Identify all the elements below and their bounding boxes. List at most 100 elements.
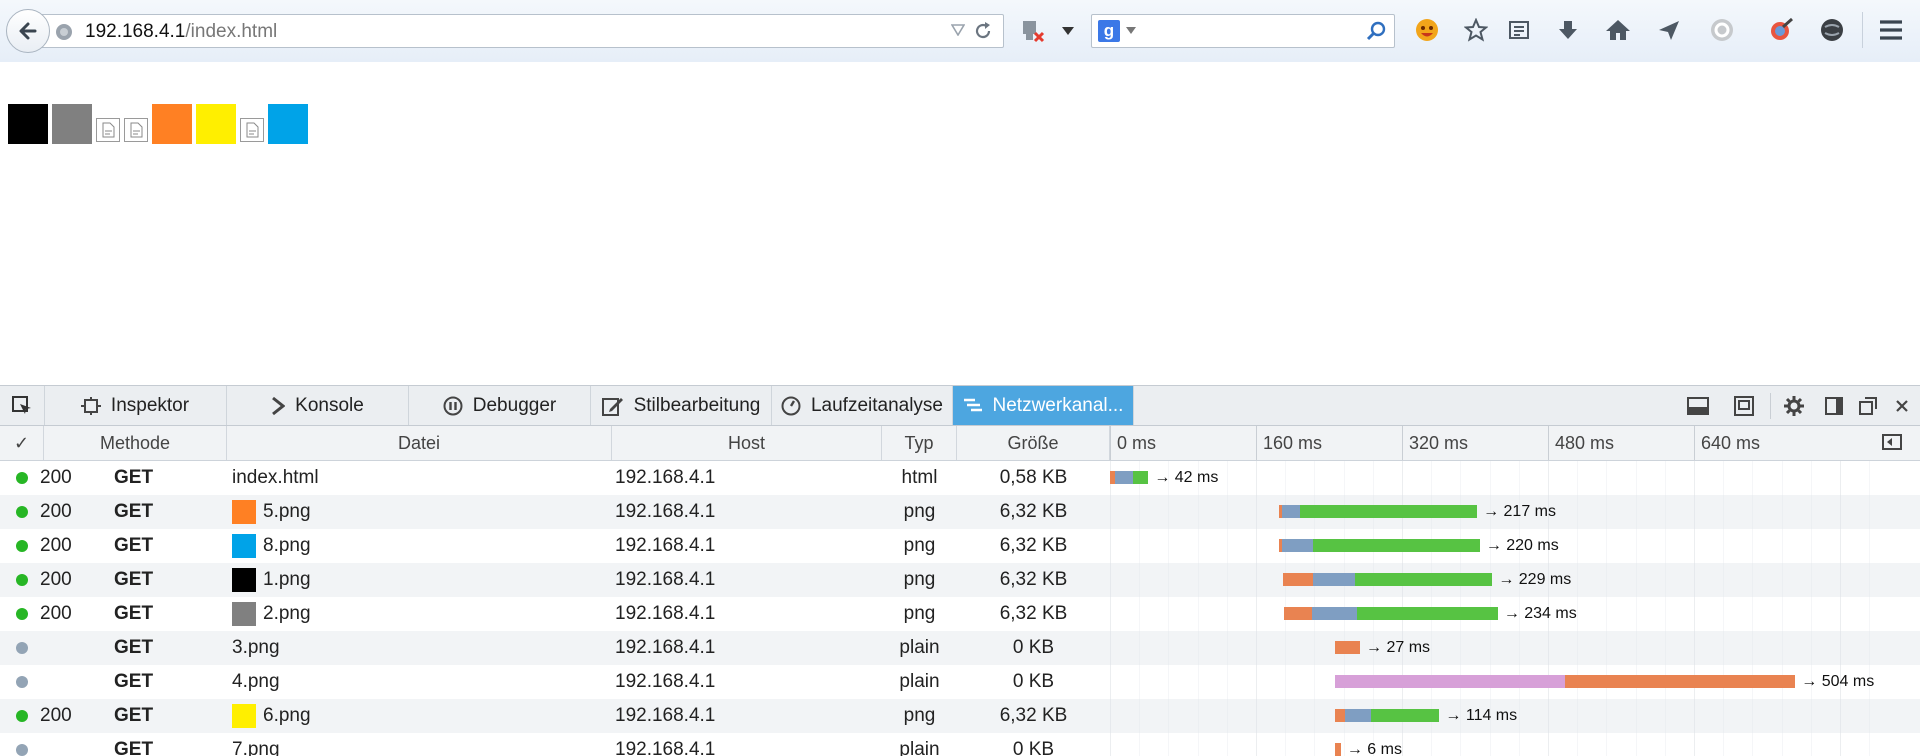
timing-bar-connect	[1344, 709, 1371, 722]
timing-bar-blocked	[1335, 743, 1341, 756]
engine-dropdown-icon[interactable]	[1126, 27, 1136, 34]
split-console-button[interactable]	[1680, 386, 1716, 425]
picker-icon	[12, 395, 31, 414]
home-icon[interactable]	[1604, 16, 1632, 44]
timing-bar-connect	[1311, 607, 1358, 620]
column-status[interactable]: ✓	[0, 426, 44, 460]
image-swatch	[52, 104, 92, 144]
dock-side-button[interactable]	[1816, 386, 1852, 425]
split-console-icon	[1687, 396, 1709, 415]
request-method: GET	[114, 637, 154, 658]
responsive-icon	[1734, 395, 1754, 416]
transfer-size: 0 KB	[1012, 671, 1055, 692]
status-dot-icon	[16, 574, 28, 586]
addon-paint-icon[interactable]	[1767, 16, 1795, 44]
column-type[interactable]: Typ	[882, 426, 957, 460]
status-dot-icon	[16, 744, 28, 756]
column-size[interactable]: Größe	[957, 426, 1110, 460]
network-icon	[963, 398, 982, 411]
url-bar[interactable]: 192.168.4.1/index.html	[40, 14, 1004, 48]
mime-type: png	[903, 705, 936, 726]
collapse-waterfall-button[interactable]	[1882, 434, 1904, 452]
search-icon[interactable]	[1366, 21, 1386, 41]
table-row[interactable]: 200 GET 1.png 192.168.4.1 png 6,32 KB → 229 ms	[0, 563, 1920, 597]
timing-bar-receive	[1300, 505, 1478, 518]
waterfall-tick-label: 640 ms	[1694, 426, 1840, 460]
transfer-size: 6,32 KB	[999, 535, 1068, 556]
table-row[interactable]: GET 4.png 192.168.4.1 plain 0 KB → 504 ms	[0, 665, 1920, 699]
file-name: 4.png	[232, 671, 280, 692]
addon-globe-icon[interactable]	[1818, 16, 1846, 44]
file-name: 5.png	[263, 501, 311, 522]
timing-bar-blocked	[1335, 709, 1345, 722]
mime-type: png	[903, 501, 936, 522]
close-devtools-button[interactable]	[1884, 386, 1920, 425]
status-dot-icon	[16, 608, 28, 620]
table-row[interactable]: 200 GET 2.png 192.168.4.1 png 6,32 KB → 234 ms	[0, 597, 1920, 631]
menu-icon[interactable]	[1876, 16, 1906, 44]
total-time-label: → 504 ms	[1801, 673, 1875, 690]
table-row[interactable]: 200 GET 8.png 192.168.4.1 png 6,32 KB → 220 ms	[0, 529, 1920, 563]
table-row[interactable]: 200 GET index.html 192.168.4.1 html 0,58 KB → …	[0, 461, 1920, 495]
tab-debugger[interactable]: Debugger	[409, 386, 591, 425]
globe-icon	[56, 24, 72, 40]
browser-toolbar: 192.168.4.1/index.html g	[0, 0, 1920, 63]
responsive-mode-button[interactable]	[1726, 386, 1762, 425]
download-icon[interactable]	[1554, 16, 1582, 44]
gear-icon	[1784, 395, 1804, 416]
tab-inspektor-label: Inspektor	[110, 394, 190, 416]
host-name: 192.168.4.1	[615, 739, 716, 756]
column-file[interactable]: Datei	[227, 426, 612, 460]
google-engine-icon[interactable]: g	[1098, 20, 1120, 42]
waterfall-tick-label: 480 ms	[1548, 426, 1694, 460]
table-row[interactable]: GET 3.png 192.168.4.1 plain 0 KB → 27 ms	[0, 631, 1920, 665]
transfer-size: 6,32 KB	[999, 569, 1068, 590]
status-code: 200	[40, 467, 72, 488]
tab-konsole[interactable]: Konsole	[227, 386, 409, 425]
table-row[interactable]: 200 GET 5.png 192.168.4.1 png 6,32 KB → 217 ms	[0, 495, 1920, 529]
status-code: 200	[40, 603, 72, 624]
search-bar[interactable]: g	[1091, 14, 1395, 48]
settings-button[interactable]	[1776, 386, 1812, 425]
column-method[interactable]: Methode	[44, 426, 227, 460]
plugin-dropdown-icon[interactable]	[1058, 22, 1078, 40]
mime-type: png	[903, 569, 936, 590]
timing-bar-receive	[1357, 607, 1498, 620]
mime-type: html	[901, 467, 938, 488]
tab-netzwerkanalyse[interactable]: Netzwerkanal...	[953, 386, 1134, 425]
column-host[interactable]: Host	[612, 426, 882, 460]
mime-type: plain	[899, 739, 940, 756]
dock-side-icon	[1825, 396, 1843, 415]
tab-inspektor[interactable]: Inspektor	[44, 386, 227, 425]
tab-debugger-label: Debugger	[472, 394, 557, 416]
reload-icon[interactable]	[973, 21, 993, 41]
tab-laufzeitanalyse[interactable]: Laufzeitanalyse	[772, 386, 953, 425]
blocked-plugin-icon[interactable]	[1018, 16, 1048, 46]
addon-ring-icon[interactable]	[1708, 16, 1736, 44]
element-picker-button[interactable]	[0, 386, 45, 425]
request-method: GET	[114, 535, 154, 556]
request-method: GET	[114, 467, 154, 488]
undock-button[interactable]	[1850, 386, 1886, 425]
url-text[interactable]: 192.168.4.1/index.html	[85, 21, 277, 43]
reading-list-icon[interactable]	[1505, 16, 1533, 44]
mime-type: plain	[899, 671, 940, 692]
file-thumbnail	[232, 500, 256, 524]
tab-laufzeitanalyse-label: Laufzeitanalyse	[810, 394, 944, 416]
file-name: 8.png	[263, 535, 311, 556]
addon-face-icon[interactable]	[1413, 16, 1441, 44]
send-icon[interactable]	[1655, 16, 1683, 44]
host-name: 192.168.4.1	[615, 501, 716, 522]
bookmark-star-icon[interactable]	[1462, 16, 1490, 44]
back-button[interactable]	[6, 9, 50, 53]
url-dropdown-icon[interactable]	[951, 24, 965, 36]
file-name: 3.png	[232, 637, 280, 658]
timing-bar-connect	[1114, 471, 1133, 484]
table-row[interactable]: GET 7.png 192.168.4.1 plain 0 KB → 6 ms	[0, 733, 1920, 756]
total-time-label: → 42 ms	[1154, 469, 1219, 486]
host-name: 192.168.4.1	[615, 705, 716, 726]
tab-stilbearbeitung[interactable]: Stilbearbeitung	[591, 386, 772, 425]
file-name: 7.png	[232, 739, 280, 756]
table-row[interactable]: 200 GET 6.png 192.168.4.1 png 6,32 KB → 114 ms	[0, 699, 1920, 733]
timing-bar-blocked	[1565, 675, 1796, 688]
